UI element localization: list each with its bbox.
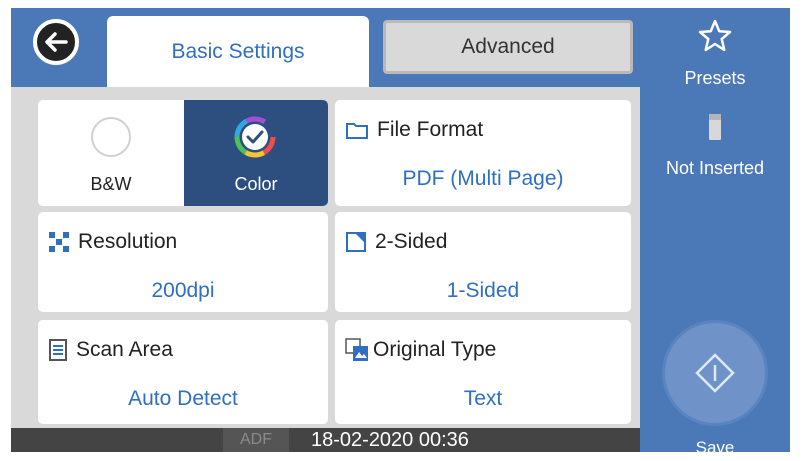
file-format-label: File Format: [377, 118, 484, 141]
memory-device-icon: [709, 114, 721, 140]
back-arrow-icon: [45, 32, 68, 52]
original-type-title: Original Type: [345, 338, 496, 362]
presets-button[interactable]: Presets: [640, 8, 790, 108]
color-check-icon: [234, 116, 276, 158]
original-type-value: Text: [463, 387, 503, 410]
date-time: 18-02-2020 00:36: [311, 429, 469, 451]
scan-area-title: Scan Area: [48, 338, 173, 362]
resolution-label: Resolution: [78, 230, 178, 253]
tab-basic-settings[interactable]: Basic Settings: [107, 16, 369, 87]
status-bar: ADF 18-02-2020 00:36: [11, 428, 640, 452]
bw-label: B&W: [90, 174, 132, 194]
two-sided-tile[interactable]: 2-Sided 1-Sided: [335, 212, 631, 312]
resolution-value: 200dpi: [151, 279, 215, 302]
adf-indicator: ADF: [223, 428, 289, 452]
resolution-tile[interactable]: Resolution 200dpi: [38, 212, 328, 312]
scan-area-tile[interactable]: Scan Area Auto Detect: [38, 320, 328, 424]
bw-option[interactable]: B&W: [38, 100, 184, 206]
save-button[interactable]: [665, 323, 765, 423]
scan-area-label: Scan Area: [76, 338, 173, 361]
presets-label: Presets: [684, 68, 746, 88]
settings-panel: Basic Settings Advanced B&W Color File F…: [11, 8, 640, 452]
color-mode-selector: B&W Color: [38, 100, 328, 206]
scan-area-icon: [48, 338, 68, 362]
tab-bar: Basic Settings Advanced: [11, 8, 640, 87]
scan-area-value: Auto Detect: [128, 387, 238, 410]
two-sided-icon: [345, 231, 367, 253]
resolution-title: Resolution: [48, 230, 177, 254]
resolution-icon: [48, 231, 70, 253]
two-sided-value: 1-Sided: [446, 279, 520, 302]
original-type-icon: [345, 338, 369, 362]
file-format-title: File Format: [345, 118, 483, 142]
color-label: Color: [234, 174, 278, 194]
two-sided-label: 2-Sided: [375, 230, 448, 253]
file-format-tile[interactable]: File Format PDF (Multi Page): [335, 100, 631, 206]
back-button[interactable]: [33, 19, 79, 65]
memory-status-label: Not Inserted: [665, 158, 765, 178]
file-format-value: PDF (Multi Page): [402, 167, 564, 190]
tab-advanced[interactable]: Advanced: [383, 20, 633, 74]
original-type-label: Original Type: [373, 338, 497, 361]
two-sided-title: 2-Sided: [345, 230, 447, 254]
save-label: Save: [695, 438, 735, 457]
sidebar: Presets Not Inserted Save: [640, 8, 790, 457]
scan-settings-screen: Basic Settings Advanced B&W Color File F…: [0, 0, 802, 461]
start-icon: [695, 353, 735, 393]
radio-empty-icon: [91, 117, 131, 157]
folder-icon: [345, 120, 369, 140]
color-option[interactable]: Color: [184, 100, 328, 206]
original-type-tile[interactable]: Original Type Text: [335, 320, 631, 424]
star-icon: [698, 19, 732, 52]
memory-device-status: Not Inserted: [640, 108, 790, 198]
